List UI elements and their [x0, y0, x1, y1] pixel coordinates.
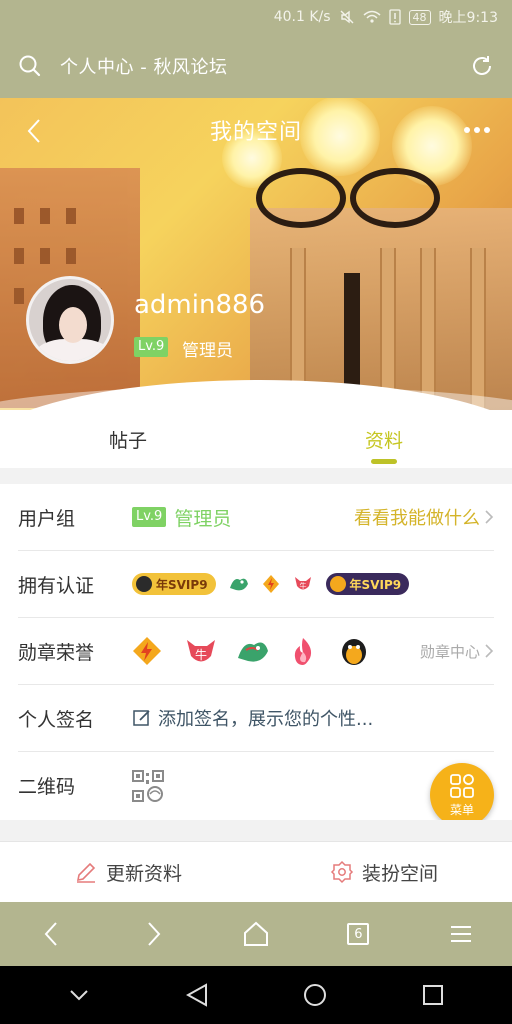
ox-badge-icon: 牛 — [292, 574, 314, 594]
medals-row[interactable]: 勋章荣誉 牛 勋章中心 — [18, 618, 494, 685]
profile-tabs: 帖子 资料 — [0, 410, 512, 468]
decorate-space-button[interactable]: 装扮空间 — [256, 842, 512, 902]
lightning-medal-icon — [132, 636, 162, 666]
medal-center-label: 勋章中心 — [419, 642, 480, 661]
chevron-right-icon — [147, 922, 160, 946]
tab-posts-label: 帖子 — [108, 429, 147, 452]
update-profile-button[interactable]: 更新资料 — [0, 842, 256, 902]
usergroup-value: 管理员 — [174, 507, 232, 530]
pencil-icon — [76, 862, 96, 883]
signature-placeholder: 添加签名，展示您的个性... — [158, 709, 374, 730]
usergroup-label: 用户组 — [18, 507, 76, 530]
qrcode-icon[interactable] — [132, 769, 164, 802]
menu-fab-button[interactable]: 菜单 — [430, 763, 494, 827]
permissions-link-label: 看看我能做什么 — [354, 508, 480, 529]
network-speed: 40.1 K/s — [273, 9, 331, 25]
flame-medal-icon — [288, 636, 318, 666]
tab-count: 6 — [347, 923, 370, 945]
browser-forward-button[interactable] — [124, 902, 184, 966]
wifi-icon — [363, 10, 381, 24]
permissions-link[interactable]: 看看我能做什么 — [354, 504, 494, 530]
signature-row[interactable]: 个人签名 添加签名，展示您的个性... — [18, 685, 494, 752]
grid-menu-icon — [450, 773, 474, 798]
dragon-medal-icon — [236, 636, 268, 666]
svg-text:牛: 牛 — [195, 647, 207, 662]
qrcode-label: 二维码 — [18, 776, 76, 798]
active-tab-indicator — [371, 459, 397, 464]
edit-icon — [133, 710, 150, 726]
svip-dark-badge: 年SVIP9 — [325, 573, 410, 595]
certification-row[interactable]: 拥有认证 年SVIP9 牛 年SVIP9 — [18, 551, 494, 618]
refresh-icon — [473, 56, 491, 75]
status-bar: 40.1 K/s 48 晚上9:13 — [0, 0, 512, 34]
browser-title[interactable]: 个人中心 - 秋风论坛 — [60, 53, 452, 79]
role-label: 管理员 — [182, 341, 233, 361]
avatar[interactable] — [26, 276, 114, 364]
svg-text:牛: 牛 — [299, 581, 306, 590]
level-badge: Lv.9 — [134, 337, 169, 357]
decorate-space-label: 装扮空间 — [361, 862, 438, 885]
triangle-back-icon — [186, 983, 207, 1007]
penguin-medal-icon — [340, 636, 370, 666]
signature-label: 个人签名 — [18, 708, 95, 731]
browser-bottom-nav: 6 — [0, 902, 512, 966]
usergroup-level-badge: Lv.9 — [132, 507, 167, 527]
section-divider — [0, 468, 512, 484]
more-options-icon[interactable] — [464, 122, 494, 138]
dragon-badge-icon — [228, 574, 250, 594]
mute-icon — [339, 9, 355, 25]
search-button[interactable] — [0, 34, 60, 98]
system-back-button[interactable] — [172, 966, 222, 1024]
square-recents-icon — [423, 985, 443, 1005]
browser-back-button[interactable] — [21, 902, 81, 966]
lightning-badge-icon — [262, 574, 280, 594]
system-recents-button[interactable] — [408, 966, 458, 1024]
browser-menu-button[interactable] — [431, 902, 491, 966]
profile-info-list: 用户组 Lv.9 管理员 看看我能做什么 拥有认证 年SVIP9 牛 年SVIP… — [0, 484, 512, 819]
chevron-right-icon — [485, 644, 494, 658]
chevron-left-icon — [44, 922, 57, 946]
tab-profile-label: 资料 — [364, 429, 403, 452]
chevron-right-icon — [485, 510, 494, 524]
section-divider — [0, 820, 512, 842]
refresh-button[interactable] — [452, 34, 512, 98]
browser-home-button[interactable] — [226, 902, 286, 966]
svip-badge: 年SVIP9 — [132, 573, 216, 595]
tab-posts[interactable]: 帖子 — [0, 410, 256, 468]
certification-label: 拥有认证 — [18, 574, 95, 597]
hamburger-icon — [450, 926, 471, 942]
system-home-button[interactable] — [290, 966, 340, 1024]
svip-badge-label: 年SVIP9 — [156, 577, 208, 592]
svip-dark-badge-label: 年SVIP9 — [349, 577, 402, 592]
browser-tabs-button[interactable]: 6 — [328, 902, 388, 966]
ox-medal-icon: 牛 — [184, 636, 215, 666]
medal-center-link[interactable]: 勋章中心 — [420, 641, 494, 662]
update-profile-label: 更新资料 — [105, 862, 182, 885]
browser-top-bar: 个人中心 - 秋风论坛 — [0, 34, 512, 98]
search-icon — [19, 55, 41, 77]
home-icon — [243, 921, 268, 946]
qrcode-row[interactable]: 二维码 — [18, 752, 494, 819]
sim-alert-icon — [388, 9, 401, 25]
clock: 晚上9:13 — [438, 10, 498, 26]
page-title: 我的空间 — [209, 120, 302, 145]
username: admin886 — [134, 290, 266, 320]
profile-actions: 更新资料 装扮空间 — [0, 842, 512, 902]
flower-settings-icon — [330, 860, 354, 884]
system-nav-bar — [0, 966, 512, 1024]
chevron-down-icon — [70, 990, 88, 1001]
medals-label: 勋章荣誉 — [18, 641, 95, 664]
circle-home-icon — [304, 984, 326, 1006]
hide-nav-button[interactable] — [54, 966, 104, 1024]
tab-profile[interactable]: 资料 — [256, 410, 512, 468]
menu-fab-label: 菜单 — [449, 802, 474, 817]
signature-input[interactable]: 添加签名，展示您的个性... — [132, 705, 373, 731]
usergroup-row[interactable]: 用户组 Lv.9 管理员 看看我能做什么 — [18, 484, 494, 551]
battery-indicator: 48 — [408, 9, 431, 25]
